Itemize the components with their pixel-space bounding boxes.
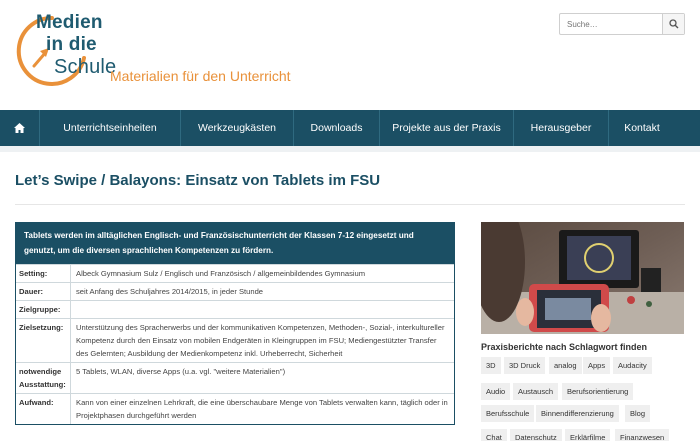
row-value: seit Anfang des Schuljahres 2014/2015, i… <box>76 287 264 296</box>
project-photo <box>481 222 684 334</box>
search-icon <box>668 19 678 29</box>
row-key: Zielsetzung: <box>16 319 71 362</box>
nav-home[interactable] <box>0 110 40 146</box>
table-row: Zielsetzung: Unterstützung des Spracherw… <box>16 318 454 362</box>
nav-subbar <box>0 146 700 152</box>
tag-finanzwesen[interactable]: Finanzwesen <box>615 429 670 441</box>
project-info-table: Tablets werden im alltäglichen Englisch-… <box>15 222 455 425</box>
table-row: Aufwand: Kann von einer einzelnen Lehrkr… <box>16 393 454 424</box>
tag-berufsschule[interactable]: Berufsschule <box>481 405 535 422</box>
search-button[interactable] <box>662 14 684 34</box>
row-key: Dauer: <box>16 283 71 300</box>
tags-title: Praxisberichte nach Schlagwort finden <box>481 342 648 352</box>
table-row: notwendige Ausstattung: 5 Tablets, WLAN,… <box>16 362 454 393</box>
tag-analog[interactable]: analog <box>549 357 582 374</box>
title-divider <box>15 204 685 205</box>
home-icon <box>14 123 25 133</box>
search-input[interactable] <box>560 14 662 34</box>
row-value <box>71 301 454 318</box>
page-title: Let’s Swipe / Balayons: Einsatz von Tabl… <box>15 172 381 189</box>
tag-chat[interactable]: Chat <box>481 429 507 441</box>
nav-item-herausgeber[interactable]: Herausgeber <box>514 110 609 146</box>
main-navigation: Unterrichtseinheiten Werkzeugkästen Down… <box>0 110 700 146</box>
search-box <box>559 13 685 35</box>
tablet-photo-icon <box>481 222 684 334</box>
tag-3d-druck[interactable]: 3D Druck <box>504 357 546 374</box>
logo-line-3: Schule <box>54 56 117 78</box>
tag-audio[interactable]: Audio <box>481 383 511 400</box>
nav-item-werkzeugkaesten[interactable]: Werkzeugkästen <box>181 110 294 146</box>
tag-berufsorientierung[interactable]: Berufsorientierung <box>562 383 634 400</box>
tag-3d[interactable]: 3D <box>481 357 501 374</box>
table-row: Setting: Albeck Gymnasium Sulz / Englisc… <box>16 264 454 282</box>
row-value: Albeck Gymnasium Sulz / Englisch und Fra… <box>76 269 366 278</box>
info-heading: Tablets werden im alltäglichen Englisch-… <box>16 223 454 264</box>
logo-line-1: Medien <box>36 12 103 33</box>
site-header: Medien in die Schule Materialien für den… <box>0 0 700 110</box>
nav-item-projekte[interactable]: Projekte aus der Praxis <box>380 110 514 146</box>
tag-binnendifferenzierung[interactable]: Binnendifferenzierung <box>536 405 619 422</box>
site-tagline: Materialien für den Unterricht <box>110 68 291 84</box>
tag-apps[interactable]: Apps <box>583 357 611 374</box>
nav-item-downloads[interactable]: Downloads <box>294 110 380 146</box>
row-value: 5 Tablets, WLAN, diverse Apps (u.a. vgl.… <box>76 367 286 376</box>
table-row: Dauer: seit Anfang des Schuljahres 2014/… <box>16 282 454 300</box>
site-logo[interactable]: Medien in die Schule Materialien für den… <box>12 10 312 100</box>
row-value: Kann von einer einzelnen Lehrkraft, die … <box>76 398 448 420</box>
table-row: Zielgruppe: <box>16 300 454 318</box>
tag-erklaerfilme[interactable]: Erklärfilme <box>565 429 611 441</box>
row-key: Setting: <box>16 265 71 282</box>
row-key: Zielgruppe: <box>16 301 71 318</box>
tag-blog[interactable]: Blog <box>625 405 651 422</box>
row-key: notwendige Ausstattung: <box>16 363 71 393</box>
row-value: Unterstützung des Spracherwerbs und der … <box>76 323 445 358</box>
tag-datenschutz[interactable]: Datenschutz <box>510 429 562 441</box>
logo-line-2: in die <box>46 34 97 55</box>
tag-austausch[interactable]: Austausch <box>513 383 559 400</box>
nav-item-unterrichtseinheiten[interactable]: Unterrichtseinheiten <box>40 110 181 146</box>
row-key: Aufwand: <box>16 394 71 424</box>
logo-wordmark: Medien in die Schule <box>36 12 116 78</box>
nav-item-kontakt[interactable]: Kontakt <box>609 110 675 146</box>
tag-audacity[interactable]: Audacity <box>613 357 652 374</box>
